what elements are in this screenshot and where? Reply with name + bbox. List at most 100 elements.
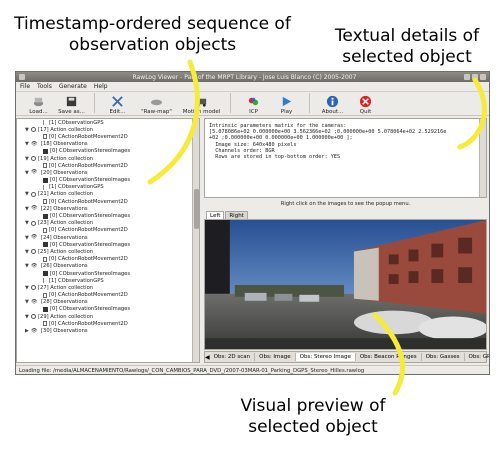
- stereo-icon: [43, 213, 48, 219]
- window-controls-right: [464, 74, 486, 80]
- gear-icon: [31, 220, 36, 226]
- tree-row[interactable]: ▼ [21] Action collection: [17, 191, 199, 198]
- tab-obs-beacon-ranges[interactable]: Obs: Beacon Ranges: [356, 353, 422, 361]
- tree-row[interactable]: [0] CActionRobotMovement2D: [17, 256, 199, 263]
- gear-icon: [31, 314, 36, 320]
- tree-row[interactable]: ▼ 👁 [26] Observations: [17, 263, 199, 270]
- quit-icon: [359, 95, 372, 108]
- eyes-icon: 👁: [31, 298, 38, 305]
- status-bar: Loading file: /media/ALMACENAMIENTO/Rawl…: [16, 365, 489, 374]
- annotation-line: Timestamp-ordered sequence of: [14, 14, 291, 34]
- tab-obs-image[interactable]: Obs: Image: [255, 353, 296, 361]
- play-label: Play: [280, 109, 293, 115]
- raw-map-icon: [150, 99, 163, 106]
- tree-row[interactable]: [0] CObservationStereoImages: [17, 270, 199, 277]
- tree-row[interactable]: ▼ [25] Action collection: [17, 248, 199, 255]
- edit-button[interactable]: Edit...: [101, 95, 134, 115]
- observation-tree[interactable]: [1] CObservationGPS ▼ [17] Action collecti…: [16, 118, 200, 363]
- doc-icon: [43, 292, 47, 298]
- tree-scrollbar[interactable]: [192, 119, 199, 362]
- tree-row-label: [1] CObservationGPS: [49, 277, 104, 284]
- tree-row-label: [25] Action collection: [38, 248, 94, 255]
- gps-icon: [43, 184, 47, 190]
- about-button[interactable]: About...: [316, 95, 349, 115]
- tree-row[interactable]: [0] CActionRobotMovement2D: [17, 292, 199, 299]
- tree-row[interactable]: [0] CActionRobotMovement2D: [17, 162, 199, 169]
- play-button[interactable]: Play: [270, 95, 303, 115]
- tree-row-label: [0] CObservationStereoImages: [50, 148, 131, 155]
- annotation-line: Visual preview of: [240, 396, 386, 416]
- save-icon: [66, 96, 77, 107]
- eyes-icon: 👁: [31, 140, 38, 147]
- tree-row[interactable]: ▼ [23] Action collection: [17, 220, 199, 227]
- toolbar-separator: [309, 93, 310, 113]
- main-content: [1] CObservationGPS ▼ [17] Action collecti…: [16, 118, 489, 363]
- details-scrollbar[interactable]: [479, 119, 486, 197]
- gear-icon: [31, 156, 36, 162]
- motion-model-button[interactable]: Motion model: [179, 95, 224, 115]
- tab-obs-stereo-image[interactable]: Obs: Stereo Image: [295, 353, 356, 361]
- doc-icon: [43, 321, 47, 327]
- tree-row[interactable]: [0] CObservationStereoImages: [17, 177, 199, 184]
- tree-row[interactable]: ▼ [19] Action collection: [17, 155, 199, 162]
- preview-hint: Right click on the images to see the pop…: [280, 201, 411, 207]
- edit-label: Edit...: [109, 109, 126, 115]
- object-details-text[interactable]: Intrinsic parameters matrix for the came…: [204, 118, 487, 198]
- tab-obs-gps[interactable]: Obs: GPS: [465, 353, 490, 361]
- tree-row[interactable]: ▼ [17] Action collection: [17, 126, 199, 133]
- tree-row[interactable]: [0] CActionRobotMovement2D: [17, 320, 199, 327]
- tree-row-label: [0] CActionRobotMovement2D: [49, 256, 128, 263]
- doc-icon: [43, 256, 47, 262]
- gear-icon: [31, 285, 36, 291]
- menu-generate[interactable]: Generate: [59, 83, 87, 90]
- eyes-icon: 👁: [31, 327, 38, 334]
- tree-row-label: [0] CObservationStereoImages: [50, 241, 131, 248]
- menu-help[interactable]: Help: [94, 83, 108, 90]
- stereo-icon: [43, 242, 48, 248]
- tree-row-label: [29] Action collection: [38, 313, 94, 320]
- load-icon: [33, 97, 44, 107]
- close-icon[interactable]: [480, 74, 486, 80]
- maximize-icon[interactable]: [472, 74, 478, 80]
- save-as-button[interactable]: Save as...: [55, 95, 88, 115]
- tree-row[interactable]: ▼ [27] Action collection: [17, 284, 199, 291]
- tree-row[interactable]: ▼ [29] Action collection: [17, 313, 199, 320]
- menu-file[interactable]: File: [20, 83, 30, 90]
- tree-row[interactable]: ▼ 👁 [28] Observations: [17, 299, 199, 306]
- tree-scroll-thumb[interactable]: [194, 189, 199, 229]
- raw-map-button[interactable]: "Raw-map": [134, 95, 179, 115]
- motion-model-label: Motion model: [182, 109, 221, 115]
- tree-row[interactable]: [0] CObservationStereoImages: [17, 212, 199, 219]
- stereo-icon: [43, 306, 48, 312]
- save-as-label: Save as...: [58, 109, 85, 115]
- tree-row[interactable]: [1] CObservationGPS: [17, 184, 199, 191]
- tree-row[interactable]: [0] CActionRobotMovement2D: [17, 227, 199, 234]
- tree-row[interactable]: ▼ 👁 [20] Observations: [17, 169, 199, 176]
- tree-row[interactable]: ▶ 👁 [30] Observations: [17, 327, 199, 334]
- minimize-icon[interactable]: [464, 74, 470, 80]
- tree-row[interactable]: [0] CObservationStereoImages: [17, 148, 199, 155]
- tree-row[interactable]: ▼ 👁 [24] Observations: [17, 234, 199, 241]
- quit-button[interactable]: Quit: [349, 95, 382, 115]
- menu-tools[interactable]: Tools: [37, 83, 52, 90]
- tree-row-label: [23] Action collection: [38, 220, 94, 227]
- tab-obs-gasses[interactable]: Obs: Gasses: [422, 353, 465, 361]
- tree-row[interactable]: [0] CActionRobotMovement2D: [17, 198, 199, 205]
- image-preview[interactable]: [204, 219, 487, 350]
- tree-row[interactable]: [1] CObservationGPS: [17, 277, 199, 284]
- tree-row-label: [0] CActionRobotMovement2D: [49, 320, 128, 327]
- tree-row[interactable]: [0] CObservationStereoImages: [17, 306, 199, 313]
- tree-row-label: [22] Observations: [41, 205, 88, 212]
- tree-row[interactable]: [0] CActionRobotMovement2D: [17, 133, 199, 140]
- tree-row[interactable]: [1] CObservationGPS: [17, 119, 199, 126]
- tree-row-label: [17] Action collection: [38, 126, 94, 133]
- tree-row[interactable]: ▼ 👁 [22] Observations: [17, 205, 199, 212]
- icp-button[interactable]: ICP: [237, 95, 270, 115]
- load-button[interactable]: Load...: [22, 95, 55, 115]
- tree-row[interactable]: [0] CObservationStereoImages: [17, 241, 199, 248]
- tab-obs-2d-scan[interactable]: Obs: 2D scan: [210, 353, 256, 361]
- tree-row[interactable]: ▼ 👁 [18] Observations: [17, 141, 199, 148]
- details-pane: Intrinsic parameters matrix for the came…: [204, 118, 489, 363]
- gear-icon: [31, 127, 36, 133]
- details-line: Rows are stored in top-bottom order: YES: [209, 154, 341, 161]
